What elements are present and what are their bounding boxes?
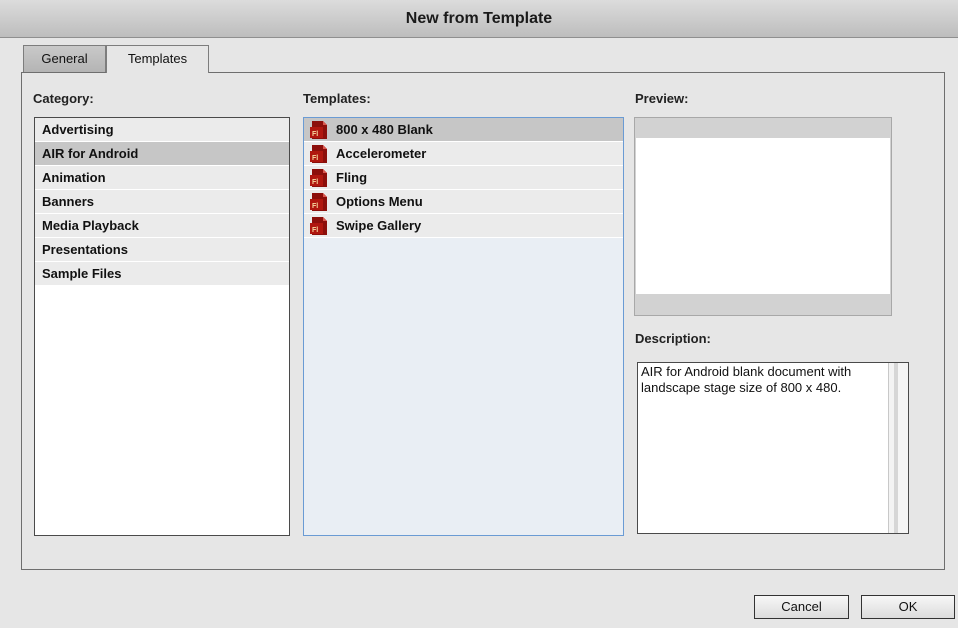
preview-canvas (636, 138, 890, 294)
description-box: AIR for Android blank document with land… (637, 362, 909, 534)
category-item-advertising[interactable]: Advertising (35, 118, 289, 142)
category-label: Category: (33, 91, 94, 106)
svg-text:Fl: Fl (312, 179, 318, 186)
svg-text:Fl: Fl (312, 227, 318, 234)
category-item-media-playback[interactable]: Media Playback (35, 214, 289, 238)
fla-file-icon: Fl (310, 121, 327, 139)
description-scrollbar[interactable] (888, 363, 908, 533)
description-text: AIR for Android blank document with land… (641, 364, 852, 395)
new-from-template-dialog: New from Template General Templates Cate… (0, 0, 958, 628)
category-item-presentations[interactable]: Presentations (35, 238, 289, 262)
category-list[interactable]: Advertising AIR for Android Animation Ba… (34, 117, 290, 536)
template-item-label: Accelerometer (336, 146, 427, 161)
cancel-button[interactable]: Cancel (754, 595, 849, 619)
svg-text:Fl: Fl (312, 155, 318, 162)
fla-file-icon: Fl (310, 169, 327, 187)
template-item-800x480-blank[interactable]: Fl 800 x 480 Blank (304, 118, 623, 142)
fla-file-icon: Fl (310, 217, 327, 235)
category-item-air-for-android[interactable]: AIR for Android (35, 142, 289, 166)
template-item-label: Fling (336, 170, 368, 185)
preview-label: Preview: (635, 91, 689, 106)
category-item-sample-files[interactable]: Sample Files (35, 262, 289, 286)
category-item-animation[interactable]: Animation (35, 166, 289, 190)
template-item-accelerometer[interactable]: Fl Accelerometer (304, 142, 623, 166)
fla-file-icon: Fl (310, 193, 327, 211)
svg-text:Fl: Fl (312, 131, 318, 138)
description-label: Description: (635, 331, 711, 346)
category-item-banners[interactable]: Banners (35, 190, 289, 214)
fla-file-icon: Fl (310, 145, 327, 163)
template-item-label: 800 x 480 Blank (336, 122, 433, 137)
template-item-swipe-gallery[interactable]: Fl Swipe Gallery (304, 214, 623, 238)
svg-text:Fl: Fl (312, 203, 318, 210)
template-item-label: Swipe Gallery (336, 218, 422, 233)
tab-templates[interactable]: Templates (106, 45, 209, 73)
templates-label: Templates: (303, 91, 371, 106)
template-item-options-menu[interactable]: Fl Options Menu (304, 190, 623, 214)
window-title: New from Template (0, 0, 958, 38)
preview-area (634, 117, 892, 316)
templates-list[interactable]: Fl 800 x 480 Blank Fl Accelerometer Fl F… (303, 117, 624, 536)
template-item-fling[interactable]: Fl Fling (304, 166, 623, 190)
ok-button[interactable]: OK (861, 595, 955, 619)
tab-general[interactable]: General (23, 45, 106, 72)
template-item-label: Options Menu (336, 194, 423, 209)
templates-tab-panel: Category: Templates: Preview: Advertisin… (21, 72, 945, 570)
